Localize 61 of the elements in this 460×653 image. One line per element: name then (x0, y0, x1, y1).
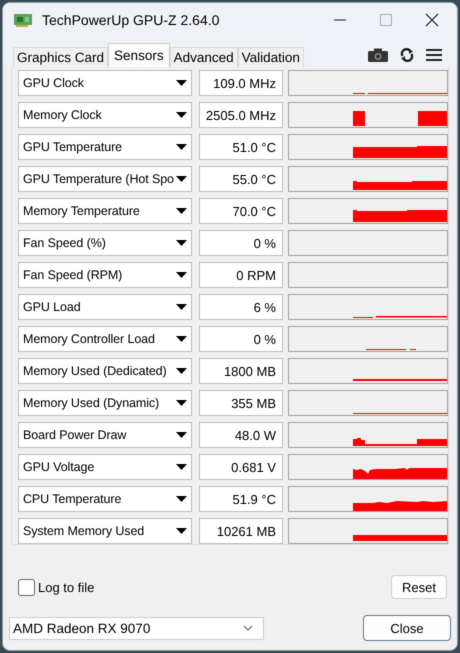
tab[interactable]: Advanced (170, 47, 238, 67)
sensor-name-dropdown[interactable]: Fan Speed (RPM) (18, 262, 192, 288)
sensor-value: 51.0 °C (199, 134, 283, 160)
caret-icon (176, 368, 187, 374)
caret-icon (176, 528, 187, 534)
caret-icon (176, 176, 187, 182)
sensor-value: 0.681 V (199, 454, 283, 480)
sensor-name-dropdown[interactable]: System Memory Used (18, 518, 192, 544)
window-title: TechPowerUp GPU-Z 2.64.0 (42, 12, 220, 28)
close-button[interactable]: Close (363, 615, 451, 641)
caret-icon (176, 144, 187, 150)
caret-icon (176, 304, 187, 310)
caret-icon (176, 80, 187, 86)
sensor-value: 1800 MB (199, 358, 283, 384)
sensor-value: 6 % (199, 294, 283, 320)
sensor-name-dropdown[interactable]: GPU Temperature (Hot Spo (18, 166, 192, 192)
sensor-name-dropdown[interactable]: Fan Speed (%) (18, 230, 192, 256)
sensor-name-dropdown[interactable]: GPU Temperature (18, 134, 192, 160)
chevron-down-icon (243, 625, 253, 631)
graphics-card-icon (14, 13, 34, 27)
checkbox[interactable] (18, 578, 35, 596)
sensor-value: 70.0 °C (199, 198, 283, 224)
camera-icon[interactable] (368, 48, 388, 62)
sensor-name-dropdown[interactable]: Memory Used (Dedicated) (18, 358, 192, 384)
gpu-select[interactable]: AMD Radeon RX 9070 (9, 616, 264, 640)
sensor-name-dropdown[interactable]: Memory Temperature (18, 198, 192, 224)
caret-icon (176, 112, 187, 118)
sensor-value: 2505.0 MHz (199, 102, 283, 128)
sensor-name-dropdown[interactable]: Memory Clock (18, 102, 192, 128)
sensor-value: 0 RPM (199, 262, 283, 288)
sensor-value: 51.9 °C (199, 486, 283, 512)
sensor-name-dropdown[interactable]: GPU Load (18, 294, 192, 320)
caret-icon (176, 208, 187, 214)
sensor-value: 48.0 W (199, 422, 283, 448)
caret-icon (176, 496, 187, 502)
caret-icon (176, 336, 187, 342)
sensor-name-dropdown[interactable]: Memory Controller Load (18, 326, 192, 352)
reset-button[interactable]: Reset (391, 575, 447, 599)
tab[interactable]: Sensors (108, 43, 170, 67)
caret-icon (176, 432, 187, 438)
sensor-value: 109.0 MHz (199, 70, 283, 96)
checkbox-label: Log to file (38, 580, 94, 594)
sensor-name-dropdown[interactable]: CPU Temperature (18, 486, 192, 512)
tab[interactable]: Graphics Card (13, 47, 108, 67)
caret-icon (176, 272, 187, 278)
close-icon[interactable] (425, 13, 439, 27)
refresh-icon[interactable] (400, 48, 414, 62)
caret-icon (176, 400, 187, 406)
sensor-value: 0 % (199, 230, 283, 256)
sensor-value: 10261 MB (199, 518, 283, 544)
sensor-value: 55.0 °C (199, 166, 283, 192)
caret-icon (176, 464, 187, 470)
sensor-name-dropdown[interactable]: GPU Clock (18, 70, 192, 96)
menu-icon[interactable] (426, 48, 442, 62)
sensor-name-dropdown[interactable]: Memory Used (Dynamic) (18, 390, 192, 416)
sensor-name-dropdown[interactable]: Board Power Draw (18, 422, 192, 448)
caret-icon (176, 240, 187, 246)
sensor-name-dropdown[interactable]: GPU Voltage (18, 454, 192, 480)
sensor-value: 0 % (199, 326, 283, 352)
sensor-value: 355 MB (199, 390, 283, 416)
tab[interactable]: Validation (238, 47, 304, 67)
